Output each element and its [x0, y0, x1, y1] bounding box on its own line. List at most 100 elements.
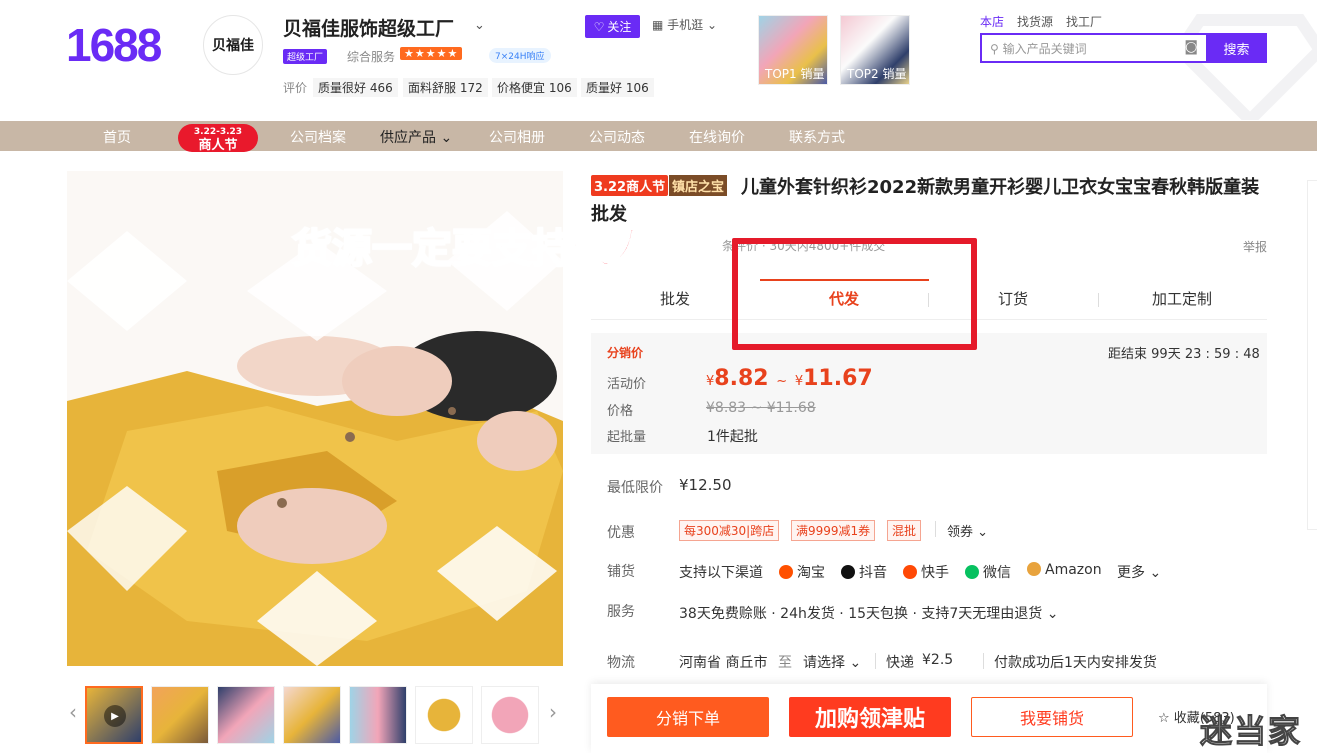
- channel-name: 抖音: [859, 565, 887, 581]
- top1-product-thumb[interactable]: TOP1 销量: [758, 15, 828, 85]
- thumbnail[interactable]: [283, 686, 341, 744]
- price-label: 价格: [607, 404, 634, 419]
- site-logo[interactable]: 1688: [66, 18, 162, 72]
- countdown-value: 99天 23 : 59 : 48: [1151, 347, 1260, 362]
- ship-note: 付款成功后1天内安排发货: [994, 655, 1157, 671]
- top2-label: TOP2 销量: [847, 67, 907, 81]
- service-label: 综合服务: [347, 50, 396, 64]
- min-price-label: 最低限价: [607, 480, 663, 496]
- activity-price-label: 活动价: [607, 377, 647, 392]
- min-price-value: ¥12.50: [679, 476, 732, 494]
- service-text: 38天免费赊账 · 24h发货 · 15天包换 · 支持7天无理由退货: [679, 606, 1043, 622]
- express-fee: ¥2.5: [922, 652, 954, 668]
- thumbnail-video[interactable]: ▶: [85, 686, 143, 744]
- nav-company-profile[interactable]: 公司档案: [290, 127, 346, 147]
- report-link[interactable]: 举报: [1243, 238, 1267, 255]
- mobile-browse-link[interactable]: ▦ 手机逛 ⌄: [652, 16, 717, 33]
- get-coupon-link[interactable]: 领券 ⌄: [947, 521, 988, 540]
- more-label: 更多: [1117, 565, 1145, 581]
- search-input[interactable]: ⚲ 输入产品关键词 ◙: [980, 33, 1206, 63]
- thumbnail[interactable]: [415, 686, 473, 744]
- divider: [935, 521, 936, 537]
- channel-amazon[interactable]: Amazon: [1027, 562, 1102, 578]
- activity-price: ¥8.82 ~ ¥11.67: [706, 366, 873, 391]
- channel-name: 快手: [921, 565, 949, 581]
- thumbnail[interactable]: [151, 686, 209, 744]
- channel-kuaishou[interactable]: 快手: [903, 562, 949, 582]
- response-badge: 7×24H响应: [489, 48, 551, 63]
- nav-news[interactable]: 公司动态: [589, 127, 645, 147]
- channel-taobao[interactable]: 淘宝: [779, 562, 825, 582]
- coupon-tag[interactable]: 混批: [887, 520, 922, 541]
- nav-products-label: 供应产品: [380, 130, 436, 146]
- channel-more[interactable]: 更多 ⌄: [1117, 562, 1161, 582]
- camera-icon[interactable]: ◙: [1184, 39, 1198, 55]
- play-icon: ▶: [104, 705, 126, 727]
- festival-nav-badge[interactable]: 3.22-3.23 商人节: [178, 124, 258, 152]
- express-label: 快递: [886, 655, 914, 671]
- ship-origin: 河南省 商丘市: [679, 655, 768, 671]
- coupon-tag[interactable]: 每300减30|跨店: [679, 520, 780, 541]
- eval-label: 评价: [283, 81, 308, 95]
- search-tab-source[interactable]: 找货源: [1017, 15, 1053, 29]
- countdown-label: 距结束: [1108, 347, 1148, 362]
- add-cart-coupon-button[interactable]: 加购领津贴: [789, 697, 951, 737]
- thumbnail[interactable]: [481, 686, 539, 744]
- thumbnail[interactable]: [217, 686, 275, 744]
- service-list[interactable]: 38天免费赊账 · 24h发货 · 15天包换 · 支持7天无理由退货 ⌄: [679, 603, 1058, 623]
- rating-stars: ★★★★★: [400, 47, 463, 60]
- wechat-icon: [965, 565, 979, 579]
- get-coupon-label: 领券: [947, 525, 974, 540]
- nav-products[interactable]: 供应产品 ⌄: [380, 127, 452, 147]
- festival-tag: 3.22商人节: [591, 175, 669, 196]
- shop-name[interactable]: 贝福佳服饰超级工厂: [283, 14, 454, 41]
- nav-album[interactable]: 公司相册: [489, 127, 545, 147]
- eval-tag[interactable]: 质量好 106: [581, 78, 654, 97]
- eval-tag[interactable]: 面料舒服 172: [403, 78, 488, 97]
- stock-up-button[interactable]: 我要铺货: [971, 697, 1133, 737]
- destination-select[interactable]: 请选择 ⌄: [803, 652, 861, 672]
- distribution-price-label: 分销价: [607, 346, 644, 360]
- eval-tag[interactable]: 质量很好 466: [313, 78, 398, 97]
- shop-logo[interactable]: 贝福佳: [203, 15, 263, 75]
- thumbnail[interactable]: [349, 686, 407, 744]
- eval-tag[interactable]: 价格便宜 106: [492, 78, 577, 97]
- overlay-caption: 货源一定要支持代发: [291, 225, 653, 273]
- channel-wechat[interactable]: 微信: [965, 562, 1011, 582]
- search-tab-this-shop[interactable]: 本店: [980, 15, 1004, 29]
- divider: [983, 653, 984, 669]
- coupon-tag[interactable]: 满9999减1券: [791, 520, 876, 541]
- channel-douyin[interactable]: 抖音: [841, 562, 887, 582]
- side-toolbar[interactable]: [1307, 180, 1317, 530]
- countdown: 距结束 99天 23 : 59 : 48: [1108, 343, 1260, 362]
- nav-contact[interactable]: 联系方式: [789, 127, 845, 147]
- moq-label: 起批量: [607, 430, 647, 445]
- chevron-down-icon[interactable]: ⌄: [474, 18, 485, 33]
- nav-inquiry[interactable]: 在线询价: [689, 127, 745, 147]
- currency-symbol: ¥: [794, 374, 804, 389]
- channel-name: 淘宝: [797, 565, 825, 581]
- follow-button[interactable]: ♡ 关注: [585, 15, 640, 38]
- shop-logo-text: 贝福佳: [212, 38, 254, 54]
- top2-product-thumb[interactable]: TOP2 销量: [840, 15, 910, 85]
- chevron-right-icon[interactable]: ›: [549, 700, 557, 724]
- channel-name: Amazon: [1045, 562, 1102, 578]
- search-tab-factory[interactable]: 找工厂: [1066, 15, 1102, 29]
- price-separator: ~: [776, 374, 788, 389]
- highlight-box: [732, 238, 977, 350]
- shop-header: 1688 贝福佳 贝福佳服饰超级工厂 ⌄ ♡ 关注 ▦ 手机逛 ⌄ 超级工厂 综合…: [0, 0, 1317, 121]
- nav-home[interactable]: 首页: [103, 127, 131, 147]
- search-button[interactable]: 搜索: [1206, 33, 1267, 63]
- chevron-left-icon[interactable]: ‹: [69, 700, 77, 724]
- original-price: ¥8.83 ~ ¥11.68: [706, 400, 816, 416]
- channel-intro: 支持以下渠道: [679, 565, 763, 581]
- tab-custom[interactable]: 加工定制: [1098, 288, 1266, 309]
- tab-divider: [1098, 293, 1099, 307]
- promo-label: 优惠: [607, 525, 635, 541]
- follow-label: 关注: [607, 20, 632, 34]
- star-icon: ☆: [1158, 711, 1174, 726]
- mobile-label: 手机逛: [667, 18, 704, 32]
- search-placeholder: 输入产品关键词: [1002, 42, 1087, 56]
- distribute-order-button[interactable]: 分销下单: [607, 697, 769, 737]
- heart-icon: ♡: [593, 19, 605, 34]
